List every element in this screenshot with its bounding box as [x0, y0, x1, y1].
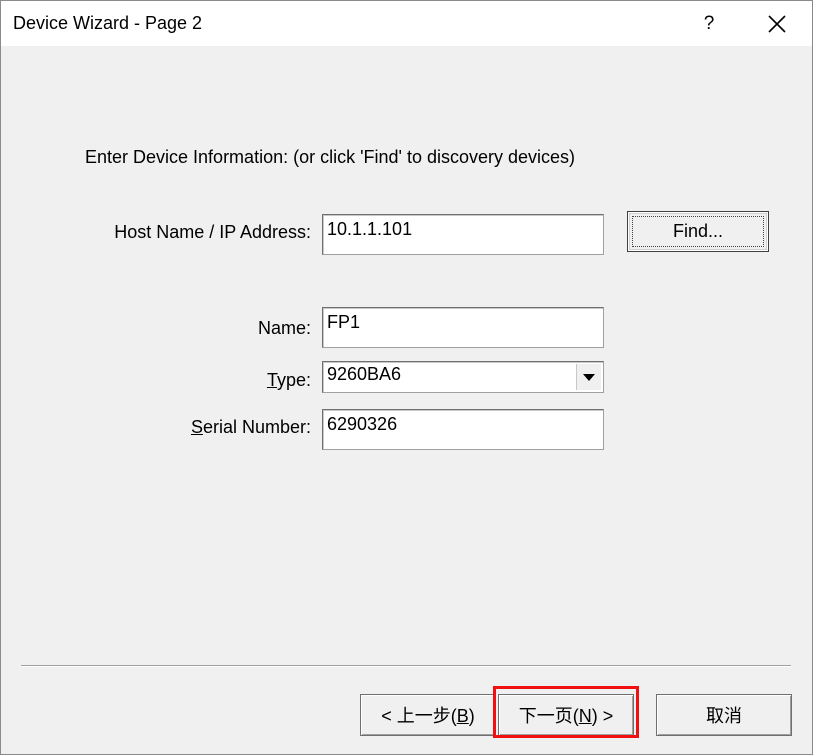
close-button[interactable]	[753, 1, 801, 46]
back-button[interactable]: < 上一步(B)	[360, 694, 496, 736]
host-label: Host Name / IP Address:	[114, 222, 311, 242]
serial-input[interactable]: 6290326	[322, 409, 604, 450]
focus-rect	[632, 216, 764, 247]
close-icon	[768, 14, 786, 33]
serial-label-rest: erial Number:	[202, 417, 311, 437]
next-button-label: 下一页(N) >	[518, 706, 614, 726]
type-select[interactable]: 9260BA6	[322, 361, 604, 393]
title-bar: Device Wizard - Page 2 ?	[1, 1, 812, 46]
name-input[interactable]: FP1	[322, 307, 604, 348]
type-label-rest: ype:	[276, 370, 311, 390]
serial-label: Serial Number:	[71, 417, 311, 438]
type-select-value: 9260BA6	[327, 364, 402, 384]
host-input[interactable]: 10.1.1.101	[322, 214, 604, 255]
serial-label-accel: S	[190, 417, 203, 437]
instruction-text: Enter Device Information: (or click 'Fin…	[85, 147, 576, 167]
help-button[interactable]: ?	[689, 1, 729, 46]
type-dropdown-button[interactable]	[576, 364, 601, 390]
name-label: Name:	[257, 318, 311, 338]
device-wizard-dialog: Device Wizard - Page 2 ? Enter Device In…	[0, 0, 813, 755]
next-button[interactable]: 下一页(N) >	[498, 694, 634, 736]
footer-separator	[21, 665, 791, 667]
window-title: Device Wizard - Page 2	[13, 13, 203, 33]
chevron-down-icon	[583, 373, 595, 381]
back-button-label: < 上一步(B)	[381, 706, 475, 726]
type-label-accel: T	[266, 370, 277, 390]
cancel-button[interactable]: 取消	[656, 694, 792, 736]
type-label: Type:	[71, 370, 311, 391]
find-button[interactable]: Find...	[627, 211, 769, 252]
